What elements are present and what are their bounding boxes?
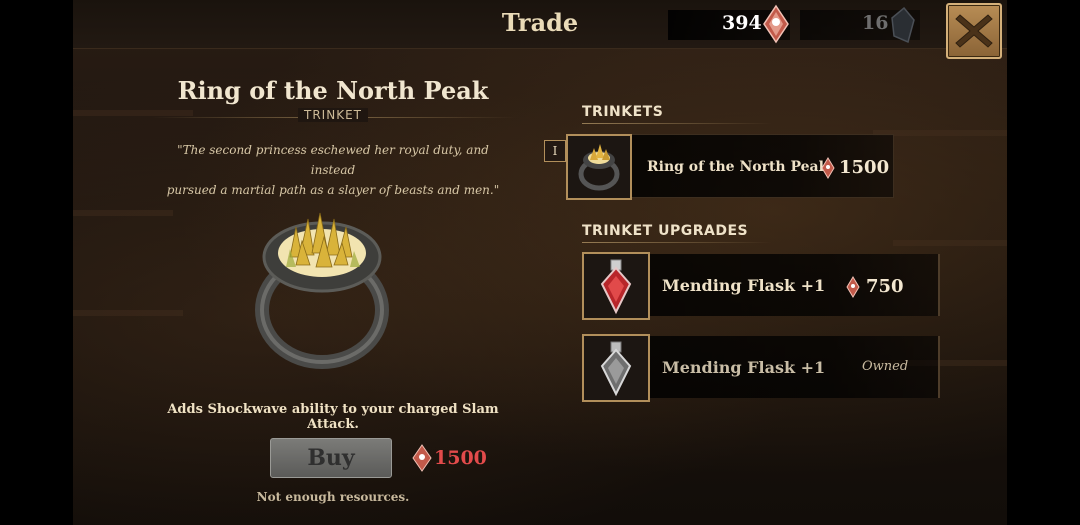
flavor-line-2: pursued a martial path as a slayer of be… [166, 183, 500, 197]
buy-price: 1500 [434, 447, 487, 469]
status-message: Not enough resources. [256, 490, 410, 504]
buy-button[interactable]: Buy [270, 438, 392, 478]
dark-shard-icon [891, 6, 915, 44]
list-item[interactable]: Mending Flask +1 750 [582, 252, 940, 320]
list-item-price: 1500 [839, 157, 890, 178]
owned-label: Owned [862, 359, 909, 374]
list-item-name: Mending Flask +1 [662, 358, 826, 377]
crystal-shard-icon [821, 157, 835, 179]
list-item[interactable]: Ring of the North Peak 1500 [566, 134, 894, 200]
item-thumbnail [582, 334, 650, 402]
page-title: Trade [501, 8, 579, 37]
item-type-label: TRINKET [298, 108, 368, 122]
flavor-line-1: "The second princess eschewed her royal … [177, 143, 489, 177]
close-button[interactable] [946, 3, 1002, 59]
upgrades-section-title: TRINKET UPGRADES [582, 223, 749, 239]
list-item-price: 750 [866, 276, 904, 297]
secondary-currency-value: 16 [862, 12, 889, 34]
primary-currency-value: 394 [722, 12, 762, 34]
crystal-shard-icon [763, 4, 789, 44]
item-name: Ring of the North Peak [177, 76, 489, 105]
item-thumbnail [582, 252, 650, 320]
red-flask-icon [600, 259, 632, 315]
trinkets-divider [582, 123, 772, 124]
upgrades-divider [582, 242, 772, 243]
crystal-shard-icon [412, 444, 432, 472]
list-item-name: Ring of the North Peak [647, 159, 829, 175]
grey-flask-icon [600, 341, 632, 397]
item-thumbnail [566, 134, 632, 200]
list-item[interactable]: Mending Flask +1 Owned [582, 334, 940, 402]
tier-tab[interactable]: I [544, 140, 566, 162]
crystal-shard-icon [846, 276, 860, 298]
ring-icon [255, 212, 389, 369]
close-icon [955, 14, 993, 48]
ring-icon [578, 144, 620, 191]
item-type: TRINKET [150, 108, 516, 122]
item-flavor-text: "The second princess eschewed her royal … [160, 140, 506, 200]
list-item-name: Mending Flask +1 [662, 276, 826, 295]
item-ability-text: Adds Shockwave ability to your charged S… [167, 402, 499, 432]
trinkets-section-title: TRINKETS [582, 104, 664, 120]
